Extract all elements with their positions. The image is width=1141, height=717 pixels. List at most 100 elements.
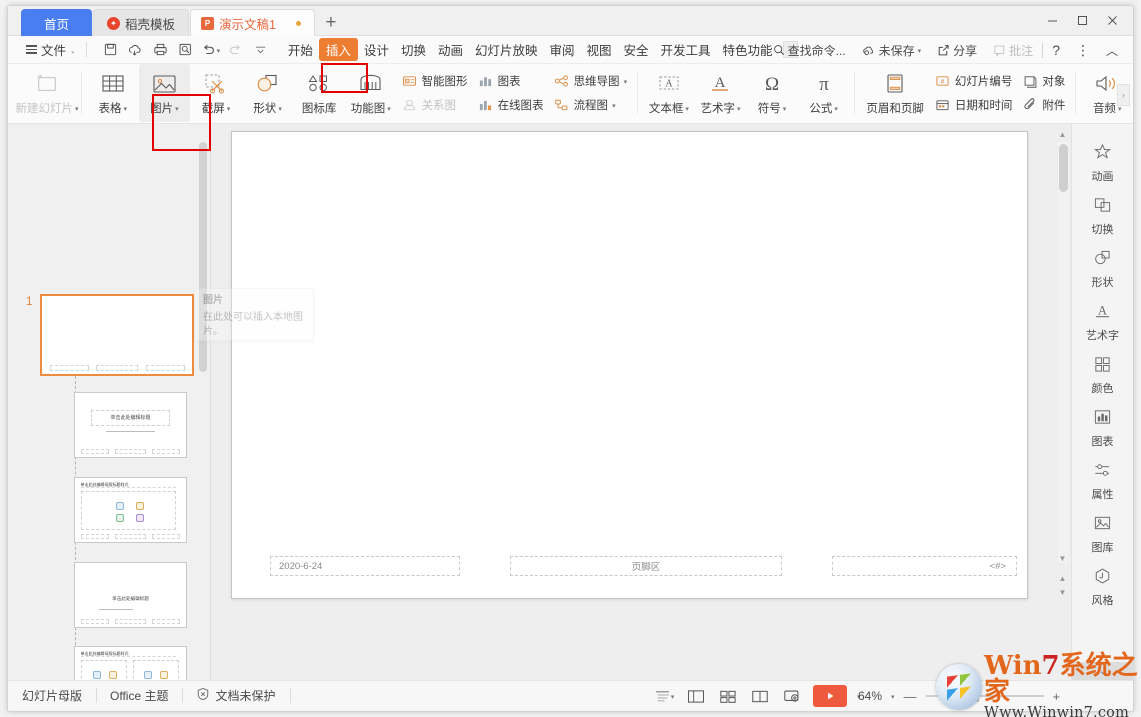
sidebar-item-chart[interactable]: 图表 (1076, 403, 1130, 454)
sidebar-item-wordart[interactable]: A 艺术字 (1076, 297, 1130, 348)
table-button[interactable]: 表格▾ (87, 64, 139, 122)
ribbon-tab-transition[interactable]: 切换 (395, 38, 432, 61)
sidebar-item-properties[interactable]: 属性 (1076, 456, 1130, 507)
share-button[interactable]: 分享 (930, 39, 984, 61)
outline-view-button[interactable]: ▾ (653, 686, 675, 707)
word-art-button[interactable]: A 艺术字▾ (695, 64, 747, 122)
slide-layout-thumbnail[interactable]: 单击此处编辑母版标题样式 (74, 646, 187, 680)
ribbon-tab-insert[interactable]: 插入 (319, 38, 358, 61)
online-chart-button[interactable]: 在线图表 (473, 95, 549, 115)
footer-placeholder-center[interactable]: 页脚区 (510, 556, 782, 576)
symbol-button[interactable]: Ω 符号▾ (746, 64, 798, 122)
zoom-level-label[interactable]: 64% (858, 689, 882, 703)
maximize-button[interactable] (1067, 7, 1097, 33)
ribbon-overflow-button[interactable]: › (1117, 84, 1130, 106)
print-preview-icon[interactable] (174, 39, 197, 61)
flow-chart-button[interactable]: 流程图 ▾ (549, 95, 633, 115)
save-icon[interactable] (99, 39, 122, 61)
slide-layout-thumbnail[interactable]: 单击此处编辑标题 (74, 562, 187, 628)
previous-slide-button[interactable]: ▲ (1057, 572, 1068, 584)
picture-button[interactable]: 图片▾ (139, 64, 191, 122)
redo-icon[interactable] (224, 39, 247, 61)
cloud-sync-icon[interactable] (124, 39, 147, 61)
close-button[interactable] (1097, 7, 1127, 33)
table-icon (101, 70, 125, 97)
footer-placeholder-date[interactable]: 2020-6-24 (270, 556, 460, 576)
slide-layout-thumbnail[interactable]: 单击此处编辑标题 (74, 392, 187, 458)
shapes-button[interactable]: 形状▾ (242, 64, 294, 122)
scroll-thumb[interactable] (1059, 144, 1068, 192)
slide-canvas[interactable]: 2020-6-24 页脚区 <#> ▲ ▼ ▲ ▼ (211, 124, 1071, 680)
status-theme[interactable]: Office 主题 (110, 687, 182, 704)
ribbon-tab-design[interactable]: 设计 (358, 38, 395, 61)
slide-thumbnail-panel[interactable]: 1 单击此处编辑标题 (8, 124, 211, 680)
screenshot-button[interactable]: 截屏▾ (190, 64, 242, 122)
minimize-button[interactable] (1037, 7, 1067, 33)
next-slide-button[interactable]: ▼ (1057, 586, 1068, 598)
slide-master-thumbnail[interactable] (40, 294, 194, 376)
save-state-button[interactable]: 未保存 ▾ (855, 39, 929, 61)
new-tab-button[interactable]: + (316, 9, 346, 36)
comment-button[interactable]: 批注 (986, 39, 1040, 61)
status-protection[interactable]: 文档未保护 (196, 687, 289, 704)
ribbon-tab-view[interactable]: 视图 (581, 38, 618, 61)
tab-presentation1[interactable]: P 演示文稿1 (190, 9, 315, 36)
shapes-label: 形状 (253, 100, 276, 116)
slide-sorter-button[interactable] (717, 686, 739, 707)
text-box-button[interactable]: A 文本框▾ (643, 64, 695, 122)
header-footer-button[interactable]: 页眉和页脚 (860, 64, 929, 122)
formula-button[interactable]: π 公式▾ (798, 64, 850, 122)
relation-chart-button[interactable]: 关系图 (397, 95, 473, 115)
collapse-ribbon-button[interactable]: ︿ (1099, 39, 1125, 61)
more-options-button[interactable]: ⋮ (1069, 39, 1097, 61)
canvas-scrollbar[interactable]: ▲ ▼ ▲ ▼ (1058, 128, 1069, 684)
attachment-button[interactable]: 附件 (1017, 95, 1070, 115)
slide-master-editing-area[interactable]: 2020-6-24 页脚区 <#> (231, 131, 1028, 599)
ribbon-tab-security[interactable]: 安全 (618, 38, 655, 61)
slide-panel-scrollbar[interactable] (199, 130, 207, 680)
customize-quick-access-icon[interactable] (249, 39, 272, 61)
slide-layout-thumbnail[interactable]: 单击此处编辑母版标题样式 (74, 477, 187, 543)
function-chart-button[interactable]: 功能图▾ (345, 64, 397, 122)
chevron-down-icon[interactable]: ▾ (891, 693, 895, 701)
chevron-down-icon: ▾ (737, 105, 741, 113)
print-icon[interactable] (149, 39, 172, 61)
sidebar-item-style[interactable]: 风格 (1076, 562, 1130, 613)
mind-map-button[interactable]: 思维导图 ▾ (549, 71, 633, 91)
sidebar-item-shape[interactable]: 形状 (1076, 244, 1130, 295)
sidebar-item-gallery[interactable]: 图库 (1076, 509, 1130, 560)
sidebar-item-color[interactable]: 颜色 (1076, 350, 1130, 401)
new-slide-button[interactable]: 新建幻灯片▾ (18, 64, 76, 122)
scroll-up-arrow[interactable]: ▲ (1057, 128, 1068, 140)
status-master-view[interactable]: 幻灯片母版 (22, 687, 96, 704)
ribbon-tab-animation[interactable]: 动画 (432, 38, 469, 61)
undo-icon[interactable]: ▾ (199, 39, 222, 61)
file-menu-button[interactable]: 文件 ⌄ (22, 40, 80, 59)
smart-art-button[interactable]: 智能图形 (397, 71, 473, 91)
search-command-button[interactable]: 查找命令... (766, 39, 853, 61)
tab-home[interactable]: 首页 (21, 9, 92, 36)
slide-number-button[interactable]: # 幻灯片编号 (930, 71, 1018, 91)
zoom-out-button[interactable]: — (904, 689, 917, 704)
ribbon-tab-devtools[interactable]: 开发工具 (655, 38, 717, 61)
ribbon-tab-review[interactable]: 审阅 (543, 38, 580, 61)
ribbon-tab-start[interactable]: 开始 (282, 38, 319, 61)
presenter-view-button[interactable] (781, 686, 803, 707)
tab-docer-template[interactable]: ✦ 稻壳模板 (93, 9, 189, 36)
date-time-button[interactable]: 日期和时间 (930, 95, 1018, 115)
scroll-down-arrow[interactable]: ▼ (1057, 552, 1068, 564)
sidebar-item-transition[interactable]: 切换 (1076, 191, 1130, 242)
normal-view-button[interactable] (685, 686, 707, 707)
footer-placeholder-number[interactable]: <#> (832, 556, 1017, 576)
reading-view-button[interactable] (749, 686, 771, 707)
mini-footer-right (152, 619, 181, 624)
icon-library-button[interactable]: 图标库 (293, 64, 345, 122)
slide-number-label: 幻灯片编号 (955, 73, 1013, 89)
sidebar-item-animation[interactable]: 动画 (1076, 138, 1130, 189)
object-button[interactable]: 对象 (1017, 71, 1070, 91)
mini-footer-left (81, 534, 110, 539)
help-button[interactable]: ? (1045, 39, 1067, 61)
ribbon-tab-slideshow[interactable]: 幻灯片放映 (469, 38, 544, 61)
start-slideshow-button[interactable] (813, 685, 847, 707)
chart-button[interactable]: 图表 (473, 71, 549, 91)
